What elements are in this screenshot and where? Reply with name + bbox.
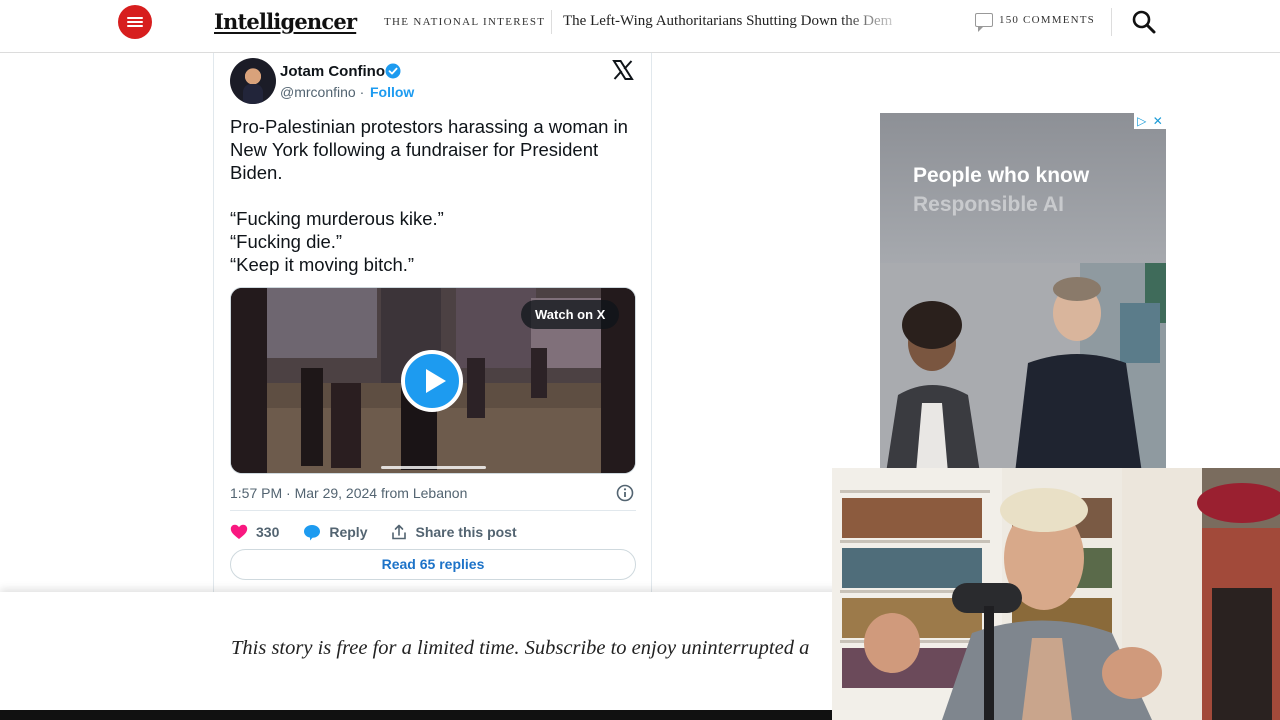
menu-icon xyxy=(127,16,143,28)
handle-text[interactable]: @mrconfino xyxy=(280,84,356,100)
ad-close-icon[interactable]: ✕ xyxy=(1153,114,1163,128)
play-icon[interactable] xyxy=(401,350,463,412)
heart-icon xyxy=(230,524,248,539)
ad-subheadline: Responsible AI xyxy=(913,193,1064,216)
read-replies-button[interactable]: Read 65 replies xyxy=(230,549,636,580)
avatar[interactable] xyxy=(230,58,276,104)
advertisement[interactable]: People who know Responsible AI ▷ ✕ xyxy=(880,113,1166,473)
divider xyxy=(551,10,552,34)
search-icon[interactable] xyxy=(1130,8,1158,36)
tweet-divider xyxy=(230,510,636,511)
watch-on-x-button[interactable]: Watch on X xyxy=(521,300,620,329)
reply-label: Reply xyxy=(329,524,368,540)
author-name[interactable]: Jotam Confino xyxy=(280,63,385,80)
embedded-tweet: Jotam Confino @mrconfino · Follow Pro-Pa… xyxy=(213,53,652,593)
divider xyxy=(1111,8,1112,36)
info-icon[interactable] xyxy=(616,484,634,502)
ad-headline: People who know xyxy=(913,164,1090,187)
tweet-text-line: “Fucking die.” xyxy=(230,231,343,252)
comments-count: 150 Comments xyxy=(999,14,1095,26)
tweet-actions: 330 Reply Share this post xyxy=(230,521,541,543)
menu-button[interactable] xyxy=(118,5,152,39)
author-handle: @mrconfino · xyxy=(280,84,364,100)
article-headline: The Left-Wing Authoritarians Shutting Do… xyxy=(563,13,893,29)
follow-button[interactable]: Follow xyxy=(370,84,414,100)
reply-button[interactable]: Reply xyxy=(303,524,367,541)
site-logo[interactable]: Intelligencer xyxy=(214,9,357,34)
like-count: 330 xyxy=(256,524,280,540)
x-logo-icon[interactable] xyxy=(612,59,634,81)
ad-image xyxy=(880,263,1166,473)
share-button[interactable]: Share this post xyxy=(391,524,517,540)
share-label: Share this post xyxy=(415,524,517,540)
comments-link[interactable]: 150 Comments xyxy=(975,13,1095,32)
tweet-text-line: “Keep it moving bitch.” xyxy=(230,254,415,275)
webcam-image xyxy=(832,468,1280,720)
video-thumbnail[interactable]: Watch on X xyxy=(230,287,636,474)
webcam-overlay xyxy=(832,468,1280,720)
tweet-text-line: Pro-Palestinian protestors harassing a w… xyxy=(230,116,628,183)
tweet-text-line: “Fucking murderous kike.” xyxy=(230,208,444,229)
tweet-timestamp[interactable]: 1:57 PM · Mar 29, 2024 from Lebanon xyxy=(230,485,467,501)
paywall-message: This story is free for a limited time. S… xyxy=(231,637,810,659)
handle-separator: · xyxy=(355,84,365,100)
video-progress-bar[interactable] xyxy=(381,466,486,469)
share-icon xyxy=(392,524,407,540)
like-button[interactable]: 330 xyxy=(230,524,279,540)
ad-info-icon[interactable]: ▷ xyxy=(1137,114,1146,128)
page: Intelligencer The National Interest The … xyxy=(0,0,1280,720)
section-label[interactable]: The National Interest xyxy=(384,16,545,28)
comment-icon xyxy=(975,13,993,32)
tweet-text: Pro-Palestinian protestors harassing a w… xyxy=(230,115,640,276)
verified-badge-icon xyxy=(385,63,401,79)
reply-icon xyxy=(304,524,321,540)
ad-choices-icon[interactable]: ▷ ✕ xyxy=(1134,113,1166,129)
top-navigation-bar: Intelligencer The National Interest The … xyxy=(0,0,1280,53)
